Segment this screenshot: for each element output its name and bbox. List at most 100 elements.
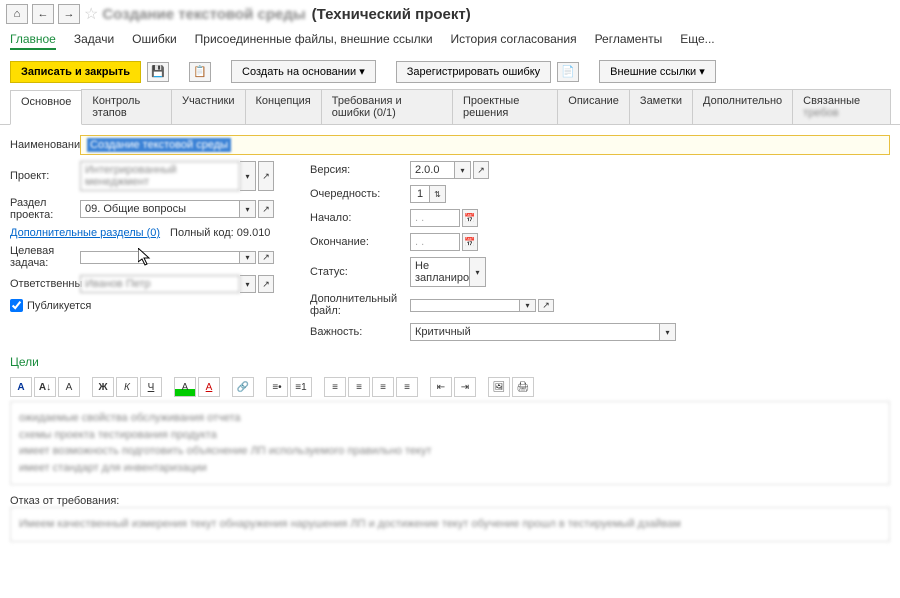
target-task-open-icon[interactable]: ↗ [258,251,274,264]
align-center-icon[interactable]: ≡ [348,377,370,397]
refusal-label: Отказ от требования: [10,495,890,507]
create-based-button[interactable]: Создать на основании ▾ [231,60,376,83]
save-close-button[interactable]: Записать и закрыть [10,61,141,83]
underline-icon[interactable]: Ч [140,377,162,397]
font-decrease-icon[interactable]: A↓ [34,377,56,397]
section-dropdown-icon[interactable]: ▾ [240,200,256,218]
tab-description[interactable]: Описание [557,89,630,124]
responsible-dropdown-icon[interactable]: ▾ [240,275,256,293]
target-task-input[interactable] [80,251,240,264]
responsible-input[interactable]: Иванов Петр [80,275,240,293]
name-input[interactable]: Создание текстовой среды [80,135,890,155]
priority-stepper-icon[interactable]: ⇅ [430,185,446,203]
menu-reglament[interactable]: Регламенты [595,32,663,50]
numbered-list-icon[interactable]: ≡1 [290,377,312,397]
priority-label: Очередность: [310,188,410,200]
tab-additional[interactable]: Дополнительно [692,89,793,124]
target-task-dropdown-icon[interactable]: ▾ [240,251,256,264]
end-label: Окончание: [310,236,410,248]
goals-title: Цели [10,355,890,369]
publish-checkbox[interactable] [10,299,23,312]
external-links-button[interactable]: Внешние ссылки ▾ [599,60,716,83]
section-label: Раздел проекта: [10,197,80,221]
align-right-icon[interactable]: ≡ [372,377,394,397]
tabs: Основное Контроль этапов Участники Конце… [0,89,900,125]
refusal-editor[interactable]: Имеем качественный измерения текут обнар… [10,507,890,542]
priority-input[interactable]: 1 [410,185,430,203]
tab-main[interactable]: Основное [10,90,82,125]
project-label: Проект: [10,170,80,182]
forward-icon[interactable]: → [58,4,80,24]
end-calendar-icon[interactable]: 📅 [462,233,478,251]
tab-concept[interactable]: Концепция [245,89,322,124]
align-justify-icon[interactable]: ≡ [396,377,418,397]
file-open-icon[interactable]: ↗ [538,299,554,312]
tab-notes[interactable]: Заметки [629,89,693,124]
indent-icon[interactable]: ⇥ [454,377,476,397]
file-label: Дополнительный файл: [310,293,410,317]
register-error-button[interactable]: Зарегистрировать ошибку [396,61,551,83]
end-input[interactable]: . . [410,233,460,251]
highlight-icon[interactable]: A [174,377,196,397]
save-icon[interactable]: 💾 [147,62,169,82]
title-blurred: Создание текстовой среды [102,6,305,23]
text-color-icon[interactable]: A [198,377,220,397]
menu-history[interactable]: История согласования [451,32,577,50]
rte-toolbar: A A↓ A Ж К Ч A A 🔗 ≡• ≡1 ≡ ≡ ≡ ≡ ⇤ ⇥ [10,373,890,401]
italic-icon[interactable]: К [116,377,138,397]
home-icon[interactable]: ⌂ [6,4,28,24]
full-code-value: 09.010 [237,227,271,239]
tab-requirements[interactable]: Требования и ошибки (0/1) [321,89,453,124]
align-left-icon[interactable]: ≡ [324,377,346,397]
project-input[interactable]: Интегрированный менеджмент [80,161,240,191]
status-label: Статус: [310,266,410,278]
bullet-list-icon[interactable]: ≡• [266,377,288,397]
status-input[interactable]: Не запланиро [410,257,470,287]
copy-icon[interactable]: 📋 [189,62,211,82]
register-error-icon[interactable]: 📄 [557,62,579,82]
toolbar: Записать и закрыть 💾 📋 Создать на основа… [0,54,900,89]
tab-participants[interactable]: Участники [171,89,246,124]
menu-attached[interactable]: Присоединенные файлы, внешние ссылки [195,32,433,50]
responsible-label: Ответственный: [10,278,80,290]
menu-tasks[interactable]: Задачи [74,32,114,50]
name-label: Наименование: [10,139,80,151]
star-icon[interactable]: ☆ [84,4,98,24]
tab-related[interactable]: Связанные требов [792,89,891,124]
link-icon[interactable]: 🔗 [232,377,254,397]
responsible-open-icon[interactable]: ↗ [258,275,274,293]
title-suffix: (Технический проект) [312,6,471,23]
back-icon[interactable]: ← [32,4,54,24]
tab-stages[interactable]: Контроль этапов [81,89,172,124]
goals-editor[interactable]: ожидаемые свойства обслуживания отчета с… [10,401,890,485]
start-input[interactable]: . . [410,209,460,227]
outdent-icon[interactable]: ⇤ [430,377,452,397]
menu-more[interactable]: Еще... [680,32,714,50]
menu-main[interactable]: Главное [10,32,56,50]
extra-sections-link[interactable]: Дополнительные разделы (0) [10,227,160,239]
font-icon[interactable]: A [58,377,80,397]
target-task-label: Целевая задача: [10,245,80,269]
file-input[interactable] [410,299,520,312]
start-label: Начало: [310,212,410,224]
tab-decisions[interactable]: Проектные решения [452,89,558,124]
menu-errors[interactable]: Ошибки [132,32,177,50]
start-calendar-icon[interactable]: 📅 [462,209,478,227]
section-input[interactable]: 09. Общие вопросы [80,200,240,218]
version-input[interactable]: 2.0.0 [410,161,455,179]
project-open-icon[interactable]: ↗ [258,161,274,191]
importance-dropdown-icon[interactable]: ▾ [660,323,676,341]
image-icon[interactable]: 🖼 [488,377,510,397]
importance-input[interactable]: Критичный [410,323,660,341]
print-icon[interactable]: 🖨 [512,377,534,397]
file-dropdown-icon[interactable]: ▾ [520,299,536,312]
section-open-icon[interactable]: ↗ [258,200,274,218]
importance-label: Важность: [310,326,410,338]
font-increase-icon[interactable]: A [10,377,32,397]
status-dropdown-icon[interactable]: ▾ [470,257,486,287]
bold-icon[interactable]: Ж [92,377,114,397]
version-open-icon[interactable]: ↗ [473,161,489,179]
project-dropdown-icon[interactable]: ▾ [240,161,256,191]
version-dropdown-icon[interactable]: ▾ [455,161,471,179]
publish-label: Публикуется [27,300,91,312]
